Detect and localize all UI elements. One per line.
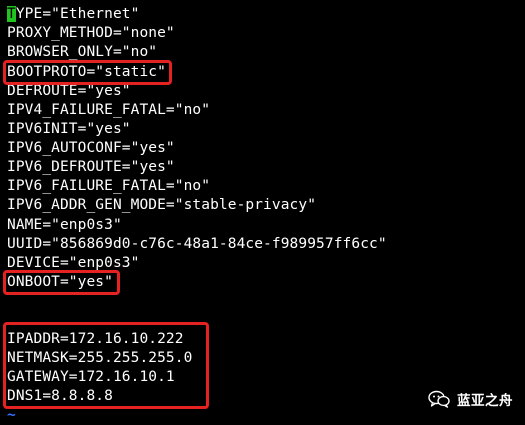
config-line-ipv4-failure-fatal: IPV4_FAILURE_FATAL="no" bbox=[7, 102, 211, 118]
config-line-ipv6-defroute: IPV6_DEFROUTE="yes" bbox=[7, 159, 175, 175]
watermark-author-name: 蓝亚之舟 bbox=[457, 393, 513, 409]
onboot-highlight-box bbox=[3, 270, 120, 295]
config-line-type: TYPE="Ethernet" bbox=[7, 6, 140, 22]
config-line-uuid: UUID="856869d0-c76c-48a1-84ce-f989957ff6… bbox=[7, 236, 387, 252]
config-line-ipv6init: IPV6INIT="yes" bbox=[7, 121, 131, 137]
chat-bubbles-icon bbox=[428, 390, 450, 408]
config-line-name: NAME="enp0s3" bbox=[7, 217, 122, 233]
vi-editor-terminal[interactable]: TYPE="Ethernet" PROXY_METHOD="none" BROW… bbox=[0, 0, 525, 424]
bootproto-highlight-box bbox=[3, 60, 172, 85]
text-cursor: T bbox=[7, 6, 16, 22]
static-ip-highlight-box bbox=[3, 322, 209, 409]
wechat-watermark: 蓝亚之舟 bbox=[428, 386, 513, 412]
config-line-ipv6-failure-fatal: IPV6_FAILURE_FATAL="no" bbox=[7, 178, 211, 194]
config-line-ipv6-autoconf: IPV6_AUTOCONF="yes" bbox=[7, 140, 175, 156]
config-line-ipv6-addr-gen-mode: IPV6_ADDR_GEN_MODE="stable-privacy" bbox=[7, 197, 317, 213]
config-line-proxy-method: PROXY_METHOD="none" bbox=[7, 25, 175, 41]
